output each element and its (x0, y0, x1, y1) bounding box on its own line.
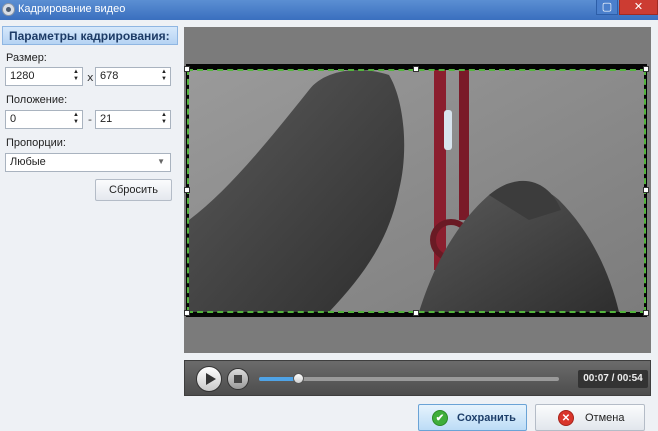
position-y-stepper-icon[interactable]: ▲ ▼ (160, 112, 168, 127)
position-separator: - (88, 113, 92, 126)
crop-frame[interactable] (187, 69, 646, 313)
close-icon: ✕ (633, 0, 644, 13)
maximize-button[interactable]: ▢ (596, 0, 618, 15)
crop-handle-bottom-left[interactable] (184, 310, 190, 316)
save-button[interactable]: ✔ Сохранить (418, 404, 527, 431)
crop-handle-right[interactable] (643, 187, 649, 193)
cancel-label: Отмена (585, 412, 625, 424)
app-icon (2, 3, 15, 16)
stop-button[interactable] (227, 368, 249, 390)
position-x-stepper-icon[interactable]: ▲ ▼ (72, 112, 80, 127)
panel-header: Параметры кадрирования: (2, 26, 178, 45)
crop-handle-top-right[interactable] (643, 66, 649, 72)
crop-handle-left[interactable] (184, 187, 190, 193)
seek-thumb[interactable] (293, 373, 304, 384)
chevron-down-icon: ▼ (157, 157, 165, 166)
proportions-label: Пропорции: (6, 137, 66, 149)
crop-handle-bottom-right[interactable] (643, 310, 649, 316)
timecode: 00:07 / 00:54 (578, 370, 648, 388)
seek-bar[interactable] (259, 373, 559, 384)
height-stepper-icon[interactable]: ▲ ▼ (160, 69, 168, 84)
position-label: Положение: (6, 94, 68, 106)
cancel-icon: ✕ (558, 410, 574, 426)
proportions-select[interactable]: Любые ▼ (5, 153, 171, 172)
title-bar: Кадрирование видео ▢ ✕ (0, 0, 658, 20)
width-stepper-icon[interactable]: ▲ ▼ (72, 69, 80, 84)
reset-button[interactable]: Сбросить (95, 179, 172, 201)
position-y-value: 21 (100, 113, 113, 125)
position-x-value: 0 (10, 113, 17, 125)
maximize-icon: ▢ (601, 0, 613, 13)
save-label: Сохранить (457, 412, 516, 424)
cancel-button[interactable]: ✕ Отмена (535, 404, 645, 431)
size-label: Размер: (6, 52, 47, 64)
width-value: 1280 (10, 70, 35, 82)
close-button[interactable]: ✕ (619, 0, 658, 15)
position-y-field[interactable]: 21 ▲ ▼ (95, 110, 171, 129)
player-bar: 00:07 / 00:54 (184, 360, 651, 396)
proportions-value: Любые (10, 156, 46, 168)
play-button[interactable] (196, 366, 222, 392)
checkmark-icon: ✔ (432, 410, 448, 426)
crop-handle-top[interactable] (413, 66, 419, 72)
crop-handle-top-left[interactable] (184, 66, 190, 72)
height-field[interactable]: 678 ▲ ▼ (95, 67, 171, 86)
height-value: 678 (100, 70, 119, 82)
video-preview (184, 27, 651, 353)
size-separator: x (87, 71, 94, 84)
crop-handle-bottom[interactable] (413, 310, 419, 316)
window-title: Кадрирование видео (18, 3, 126, 15)
position-x-field[interactable]: 0 ▲ ▼ (5, 110, 83, 129)
width-field[interactable]: 1280 ▲ ▼ (5, 67, 83, 86)
